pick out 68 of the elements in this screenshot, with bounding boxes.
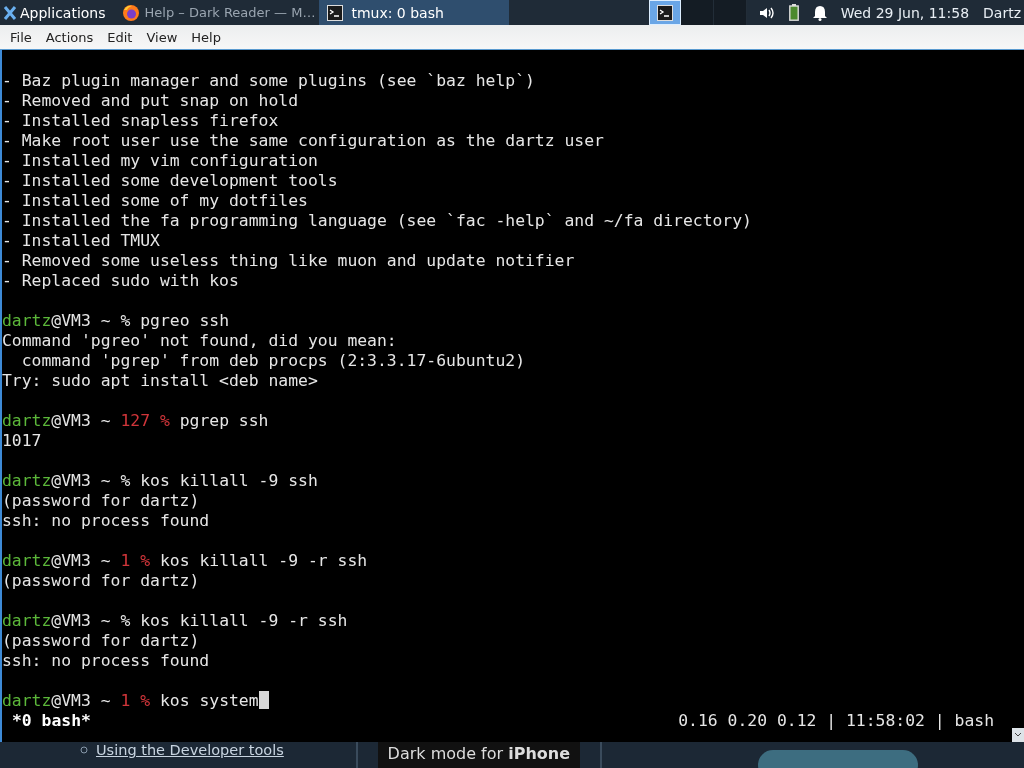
output-line: - Installed TMUX: [2, 231, 160, 251]
menu-item[interactable]: View: [139, 29, 185, 45]
output-line: - Installed the fa programming language (see `fac -help` and ~/fa directory): [2, 211, 752, 231]
output-line: ssh: no process found: [2, 651, 210, 671]
user-name[interactable]: Dartz: [983, 4, 1021, 21]
output-line: - Removed some useless thing like muon and update notifier: [2, 251, 575, 271]
command-text: pgrep ssh: [179, 411, 269, 431]
exit-status: 1 %: [120, 691, 151, 711]
taskbar-button[interactable]: Help – Dark Reader — M…: [117, 0, 320, 25]
command-text: kos killall -9 -r ssh: [159, 551, 368, 571]
output-line: - Make root user use the same configuration as the dartz user: [2, 131, 604, 151]
x-logo-icon: [3, 5, 17, 20]
prompt-symbol: %: [120, 311, 131, 331]
workspace-cell[interactable]: [680, 0, 714, 25]
output-line: ssh: no process found: [2, 511, 210, 531]
output-line: - Baz plugin manager and some plugins (see `baz help`): [2, 71, 535, 91]
prompt-user: dartz: [2, 691, 52, 711]
clock-text[interactable]: Wed 29 Jun, 11:58: [840, 4, 970, 21]
prompt-host: @VM3 ~: [51, 471, 111, 491]
bell-icon[interactable]: [812, 4, 827, 21]
banner-text[interactable]: Dark mode for iPhone: [377, 742, 581, 768]
output-line: Try: sudo apt install <deb name>: [2, 371, 318, 391]
terminal-icon: [327, 4, 344, 21]
command-text: pgreo ssh: [140, 311, 229, 331]
prompt-host: @VM3 ~: [51, 691, 111, 711]
browser-icon: [121, 3, 140, 22]
menu-item[interactable]: Actions: [38, 29, 101, 45]
prompt-user: dartz: [2, 551, 52, 571]
output-line: 1017: [2, 431, 42, 451]
prompt-host: @VM3 ~: [51, 551, 111, 571]
workspace-cell[interactable]: [713, 0, 747, 25]
taskbar-button[interactable]: tmux: 0 bash: [319, 0, 510, 25]
command-text: kos system: [159, 691, 259, 711]
output-line: command 'pgrep' from deb procps (2:3.3.17-6ubuntu2): [20, 351, 525, 371]
output-line: - Installed snapless firefox: [2, 111, 279, 131]
battery-icon[interactable]: [788, 4, 799, 21]
output-line: - Installed my vim configuration: [2, 151, 318, 171]
output-line: - Removed and put snap on hold: [2, 91, 299, 111]
tmux-status-text: 0.16 0.20 0.12 | 11:58:02 | bash: [678, 711, 994, 731]
output-line: Command 'pgreo' not found, did you mean:: [2, 331, 397, 351]
output-line: (password for dartz): [2, 571, 200, 591]
command-text: kos killall -9 -r ssh: [140, 611, 348, 631]
prompt-user: dartz: [2, 611, 52, 631]
command-text: kos killall -9 ssh: [140, 471, 318, 491]
bullet-icon: [80, 746, 88, 754]
menu-item[interactable]: Edit: [100, 29, 140, 45]
prompt-host: @VM3 ~: [51, 611, 111, 631]
prompt-symbol: %: [120, 611, 131, 631]
prompt-host: @VM3 ~: [51, 311, 111, 331]
output-line: - Replaced sudo with kos: [2, 271, 239, 291]
menu-item[interactable]: Help: [184, 29, 228, 45]
terminal-icon: [656, 4, 673, 21]
output-line: (password for dartz): [2, 491, 200, 511]
volume-icon[interactable]: [758, 5, 775, 20]
output-line: (password for dartz): [2, 631, 200, 651]
applications-menu[interactable]: Applications: [0, 0, 110, 25]
prompt-user: dartz: [2, 311, 52, 331]
developer-tools-link[interactable]: Using the Developer tools: [96, 742, 284, 758]
menu-item[interactable]: File: [3, 29, 39, 45]
prompt-host: @VM3 ~: [51, 411, 111, 431]
prompt-symbol: %: [120, 471, 131, 491]
output-line: - Installed some of my dotfiles: [2, 191, 308, 211]
exit-status: 127 %: [120, 411, 170, 431]
tmux-window-tab[interactable]: *0 bash*: [12, 711, 91, 731]
output-line: - Installed some development tools: [2, 171, 338, 191]
exit-status: 1 %: [120, 551, 151, 571]
prompt-user: dartz: [2, 471, 52, 491]
prompt-user: dartz: [2, 411, 52, 431]
